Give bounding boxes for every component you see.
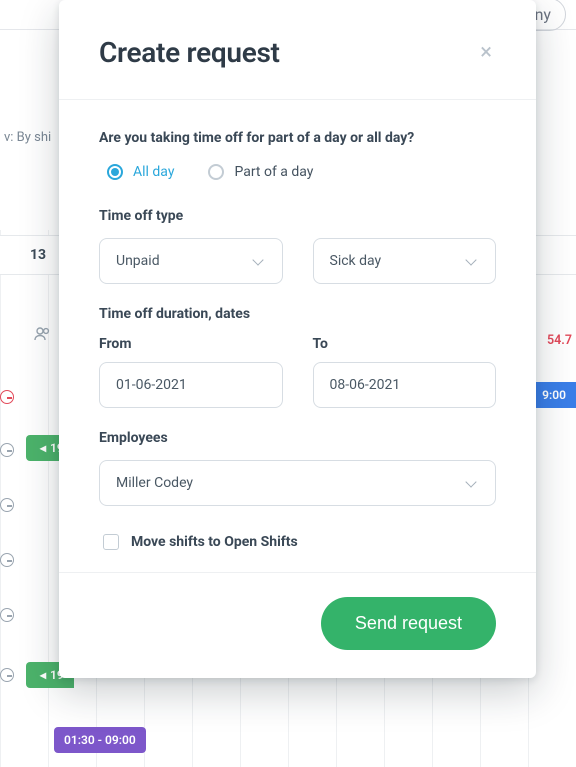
clock-icon	[0, 498, 14, 512]
clock-icon	[0, 553, 14, 567]
from-date-input[interactable]: 01-06-2021	[99, 362, 283, 408]
select-value: Miller Codey	[116, 475, 193, 491]
duration-label: Time off duration, dates	[99, 306, 496, 322]
select-value: Sick day	[330, 253, 382, 269]
chevron-down-icon	[252, 254, 266, 268]
employees-label: Employees	[99, 430, 496, 446]
from-label: From	[99, 336, 283, 352]
amount-label: 54.7	[547, 333, 572, 348]
shift-chip[interactable]: 9:00	[532, 382, 576, 408]
create-request-modal: Create request × Are you taking time off…	[59, 0, 536, 678]
to-label: To	[313, 336, 497, 352]
radio-icon	[107, 164, 123, 180]
employees-select[interactable]: Miller Codey	[99, 460, 496, 506]
type-select-2[interactable]: Sick day	[313, 238, 497, 284]
day-radio-group: All day Part of a day	[99, 164, 496, 180]
modal-footer: Send request	[59, 572, 536, 678]
checkbox-label: Move shifts to Open Shifts	[131, 534, 298, 550]
shift-chip[interactable]: 01:30 - 09:00	[54, 727, 146, 753]
radio-part-day[interactable]: Part of a day	[208, 164, 313, 180]
close-icon[interactable]: ×	[476, 38, 496, 68]
radio-label: Part of a day	[234, 164, 313, 180]
modal-body: Are you taking time off for part of a da…	[59, 100, 536, 572]
view-label: v: By shi	[0, 122, 51, 152]
checkbox-icon	[103, 534, 119, 550]
clock-icon	[0, 668, 14, 682]
to-date-input[interactable]: 08-06-2021	[313, 362, 497, 408]
modal-header: Create request ×	[59, 0, 536, 100]
chevron-down-icon	[465, 254, 479, 268]
chevron-down-icon	[465, 476, 479, 490]
radio-all-day[interactable]: All day	[107, 164, 174, 180]
select-value: Unpaid	[116, 253, 160, 269]
move-shifts-checkbox[interactable]: Move shifts to Open Shifts	[99, 534, 496, 550]
to-group: To 08-06-2021	[313, 336, 497, 408]
from-group: From 01-06-2021	[99, 336, 283, 408]
send-request-button[interactable]: Send request	[321, 597, 496, 650]
type-select-1[interactable]: Unpaid	[99, 238, 283, 284]
day-question: Are you taking time off for part of a da…	[99, 130, 496, 146]
radio-icon	[208, 164, 224, 180]
clock-icon	[0, 443, 14, 457]
clock-icon	[0, 390, 14, 404]
radio-label: All day	[133, 164, 174, 180]
people-icon	[34, 327, 52, 345]
type-label: Time off type	[99, 208, 496, 224]
clock-icon	[0, 608, 14, 622]
modal-title: Create request	[99, 36, 280, 69]
